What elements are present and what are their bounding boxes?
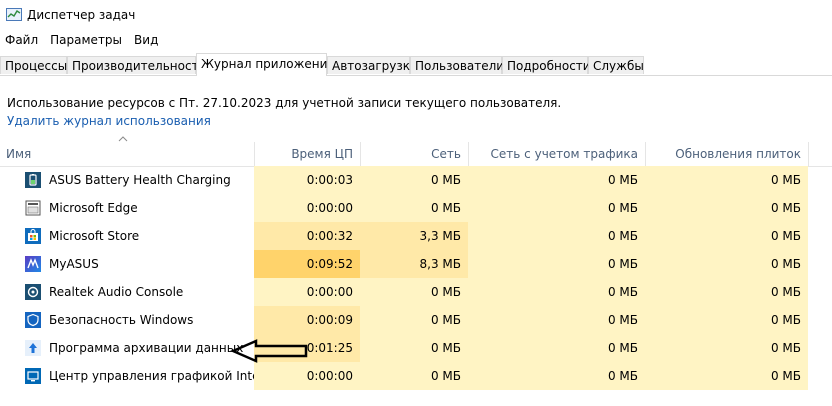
app-name: Центр управления графикой Intel® <box>49 369 275 383</box>
tile-updates-cell: 0 МБ <box>645 362 808 390</box>
cpu-time-cell: 0:00:00 <box>254 362 360 390</box>
table-row[interactable]: Центр управления графикой Intel® 0:00:00… <box>0 362 832 390</box>
table-row[interactable]: Microsoft Edge 0:00:00 0 МБ 0 МБ 0 МБ <box>0 194 832 222</box>
metered-network-cell: 0 МБ <box>468 222 645 250</box>
tab-startup[interactable]: Автозагрузка <box>327 56 417 74</box>
tab-processes[interactable]: Процессы <box>0 56 67 74</box>
table-row[interactable]: Microsoft Store 0:00:32 3,3 МБ 0 МБ 0 МБ <box>0 222 832 250</box>
network-cell: 0 МБ <box>360 334 468 362</box>
table-row[interactable]: Realtek Audio Console 0:00:00 0 МБ 0 МБ … <box>0 278 832 306</box>
menu-file[interactable]: Файл <box>0 31 44 51</box>
tab-app-history[interactable]: Журнал приложений <box>196 53 335 76</box>
menu-view[interactable]: Вид <box>128 31 164 51</box>
title-bar: Диспетчер задач <box>0 0 832 30</box>
app-name: ASUS Battery Health Charging <box>49 173 231 187</box>
network-cell: 0 МБ <box>360 306 468 334</box>
app-name: MyASUS <box>49 257 99 271</box>
network-cell: 0 МБ <box>360 362 468 390</box>
network-cell: 3,3 МБ <box>360 222 468 250</box>
annotation-arrow-icon <box>230 339 308 363</box>
app-name-cell: Программа архивации данных <box>25 334 243 362</box>
network-cell: 0 МБ <box>360 194 468 222</box>
app-name-cell: Microsoft Edge <box>25 194 138 222</box>
store-icon <box>25 228 41 244</box>
menu-options[interactable]: Параметры <box>44 31 128 51</box>
table-header: Имя Время ЦП Сеть Сеть с учетом трафика … <box>0 142 832 167</box>
app-name: Realtek Audio Console <box>49 285 184 299</box>
tile-updates-cell: 0 МБ <box>645 166 808 194</box>
app-name-cell: Microsoft Store <box>25 222 139 250</box>
column-header-tile-updates[interactable]: Обновления плиток <box>645 142 808 166</box>
window-title: Диспетчер задач <box>27 8 136 22</box>
table-row[interactable]: Безопасность Windows 0:00:09 0 МБ 0 МБ 0… <box>0 306 832 334</box>
myasus-icon <box>25 256 41 272</box>
network-cell: 0 МБ <box>360 166 468 194</box>
tab-users[interactable]: Пользователи <box>410 56 504 74</box>
usage-info-text: Использование ресурсов с Пт. 27.10.2023 … <box>7 96 562 110</box>
tab-services[interactable]: Службы <box>588 56 644 74</box>
metered-network-cell: 0 МБ <box>468 250 645 278</box>
metered-network-cell: 0 МБ <box>468 278 645 306</box>
table-row[interactable]: MyASUS 0:09:52 8,3 МБ 0 МБ 0 МБ <box>0 250 832 278</box>
column-header-metered-network[interactable]: Сеть с учетом трафика <box>468 142 645 166</box>
delete-usage-history-link[interactable]: Удалить журнал использования <box>7 114 211 128</box>
tile-updates-cell: 0 МБ <box>645 306 808 334</box>
app-name-cell: Realtek Audio Console <box>25 278 183 306</box>
realtek-icon <box>25 284 41 300</box>
tile-updates-cell: 0 МБ <box>645 334 808 362</box>
metered-network-cell: 0 МБ <box>468 194 645 222</box>
tile-updates-cell: 0 МБ <box>645 278 808 306</box>
intel-graphics-icon <box>25 368 41 384</box>
app-name: Программа архивации данных <box>49 341 244 355</box>
cpu-time-cell: 0:00:00 <box>254 194 360 222</box>
app-name-cell: Центр управления графикой Intel® <box>25 362 275 390</box>
tile-updates-cell: 0 МБ <box>645 194 808 222</box>
metered-network-cell: 0 МБ <box>468 306 645 334</box>
tab-details[interactable]: Подробности <box>502 56 591 74</box>
backup-icon <box>25 340 41 356</box>
app-name: Microsoft Edge <box>49 201 138 215</box>
cpu-time-cell: 0:00:32 <box>254 222 360 250</box>
column-header-cpu-time[interactable]: Время ЦП <box>254 142 360 166</box>
shield-icon <box>25 312 41 328</box>
table-row[interactable]: ASUS Battery Health Charging 0:00:03 0 М… <box>0 166 832 194</box>
cpu-time-cell: 0:09:52 <box>254 250 360 278</box>
tab-performance[interactable]: Производительность <box>67 56 206 74</box>
network-cell: 8,3 МБ <box>360 250 468 278</box>
column-header-name[interactable]: Имя <box>6 142 31 166</box>
tab-strip: Процессы Производительность Журнал прило… <box>0 53 832 76</box>
task-manager-icon <box>6 8 22 21</box>
tile-updates-cell: 0 МБ <box>645 250 808 278</box>
cpu-time-cell: 0:00:03 <box>254 166 360 194</box>
metered-network-cell: 0 МБ <box>468 334 645 362</box>
cpu-time-cell: 0:00:00 <box>254 278 360 306</box>
column-header-network[interactable]: Сеть <box>360 142 468 166</box>
app-name: Безопасность Windows <box>49 313 194 327</box>
asus-battery-icon <box>25 172 41 188</box>
app-name-cell: MyASUS <box>25 250 99 278</box>
edge-icon <box>25 200 41 216</box>
metered-network-cell: 0 МБ <box>468 362 645 390</box>
cpu-time-cell: 0:00:09 <box>254 306 360 334</box>
app-name-cell: Безопасность Windows <box>25 306 193 334</box>
menu-bar: Файл Параметры Вид <box>0 31 164 51</box>
table-row[interactable]: Программа архивации данных 0:01:25 0 МБ … <box>0 334 832 362</box>
tile-updates-cell: 0 МБ <box>645 222 808 250</box>
app-name: Microsoft Store <box>49 229 140 243</box>
column-divider[interactable] <box>808 142 809 166</box>
metered-network-cell: 0 МБ <box>468 166 645 194</box>
network-cell: 0 МБ <box>360 278 468 306</box>
app-name-cell: ASUS Battery Health Charging <box>25 166 231 194</box>
